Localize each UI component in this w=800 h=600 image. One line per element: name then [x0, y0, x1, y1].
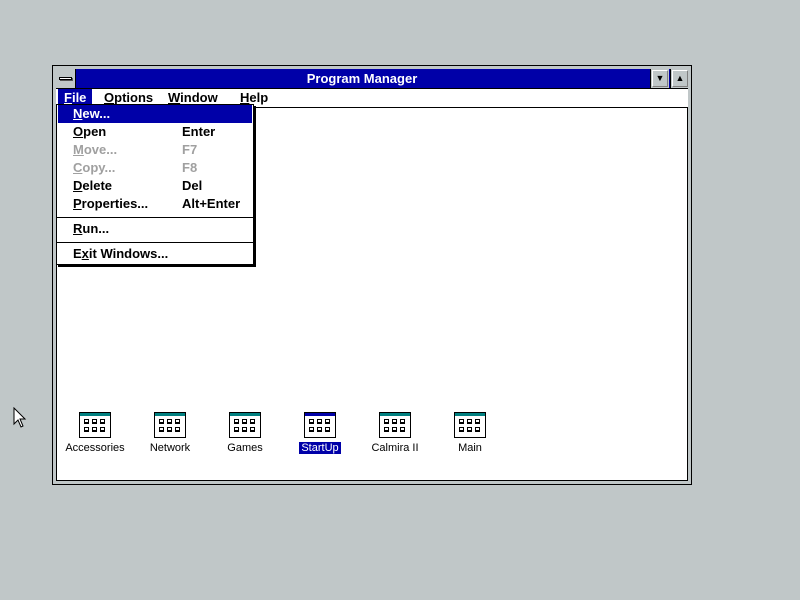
- group-startup[interactable]: StartUp: [280, 412, 360, 462]
- menu-item-properties[interactable]: Properties... Alt+Enter: [58, 195, 252, 213]
- menu-item-copy: Copy... F8: [73, 160, 198, 175]
- program-group-icon: [229, 412, 261, 438]
- menu-item-exit-windows[interactable]: Exit Windows...: [58, 245, 252, 263]
- group-label: Network: [149, 442, 191, 454]
- group-label: Games: [227, 442, 263, 454]
- group-accessories[interactable]: Accessories: [55, 412, 135, 462]
- menu-separator: [57, 217, 253, 218]
- system-menu-button[interactable]: [56, 69, 76, 88]
- menu-item-move: Move... F7: [73, 142, 198, 157]
- program-group-icon: [379, 412, 411, 438]
- program-group-icon: [454, 412, 486, 438]
- title-bar[interactable]: Program Manager ▼ ▲: [56, 69, 689, 89]
- window-title: Program Manager: [306, 71, 418, 86]
- group-games[interactable]: Games: [205, 412, 285, 462]
- maximize-up-arrow-icon: ▲: [675, 73, 685, 83]
- menu-item-run[interactable]: Run...: [58, 220, 252, 238]
- program-group-icon: [79, 412, 111, 438]
- group-calmira-ii[interactable]: Calmira II: [355, 412, 435, 462]
- file-menu-dropdown: New... Open Enter Move... F7 Copy... F8 …: [56, 104, 254, 265]
- menu-item-new[interactable]: New...: [58, 105, 252, 123]
- minimize-down-arrow-icon: ▼: [655, 73, 665, 83]
- menu-item-open[interactable]: Open Enter: [58, 123, 252, 141]
- group-label: Accessories: [65, 442, 125, 454]
- mouse-cursor-icon: [13, 407, 27, 428]
- system-menu-icon: [59, 77, 72, 80]
- menu-item-delete[interactable]: Delete Del: [58, 177, 252, 195]
- group-label: Main: [458, 442, 482, 454]
- menu-separator: [57, 242, 253, 243]
- group-label: Calmira II: [371, 442, 419, 454]
- group-label: StartUp: [299, 442, 341, 454]
- group-network[interactable]: Network: [130, 412, 210, 462]
- program-group-icon: [304, 412, 336, 438]
- program-group-icon: [154, 412, 186, 438]
- maximize-button[interactable]: ▲: [670, 69, 689, 88]
- group-main[interactable]: Main: [430, 412, 510, 462]
- minimize-button[interactable]: ▼: [650, 69, 669, 88]
